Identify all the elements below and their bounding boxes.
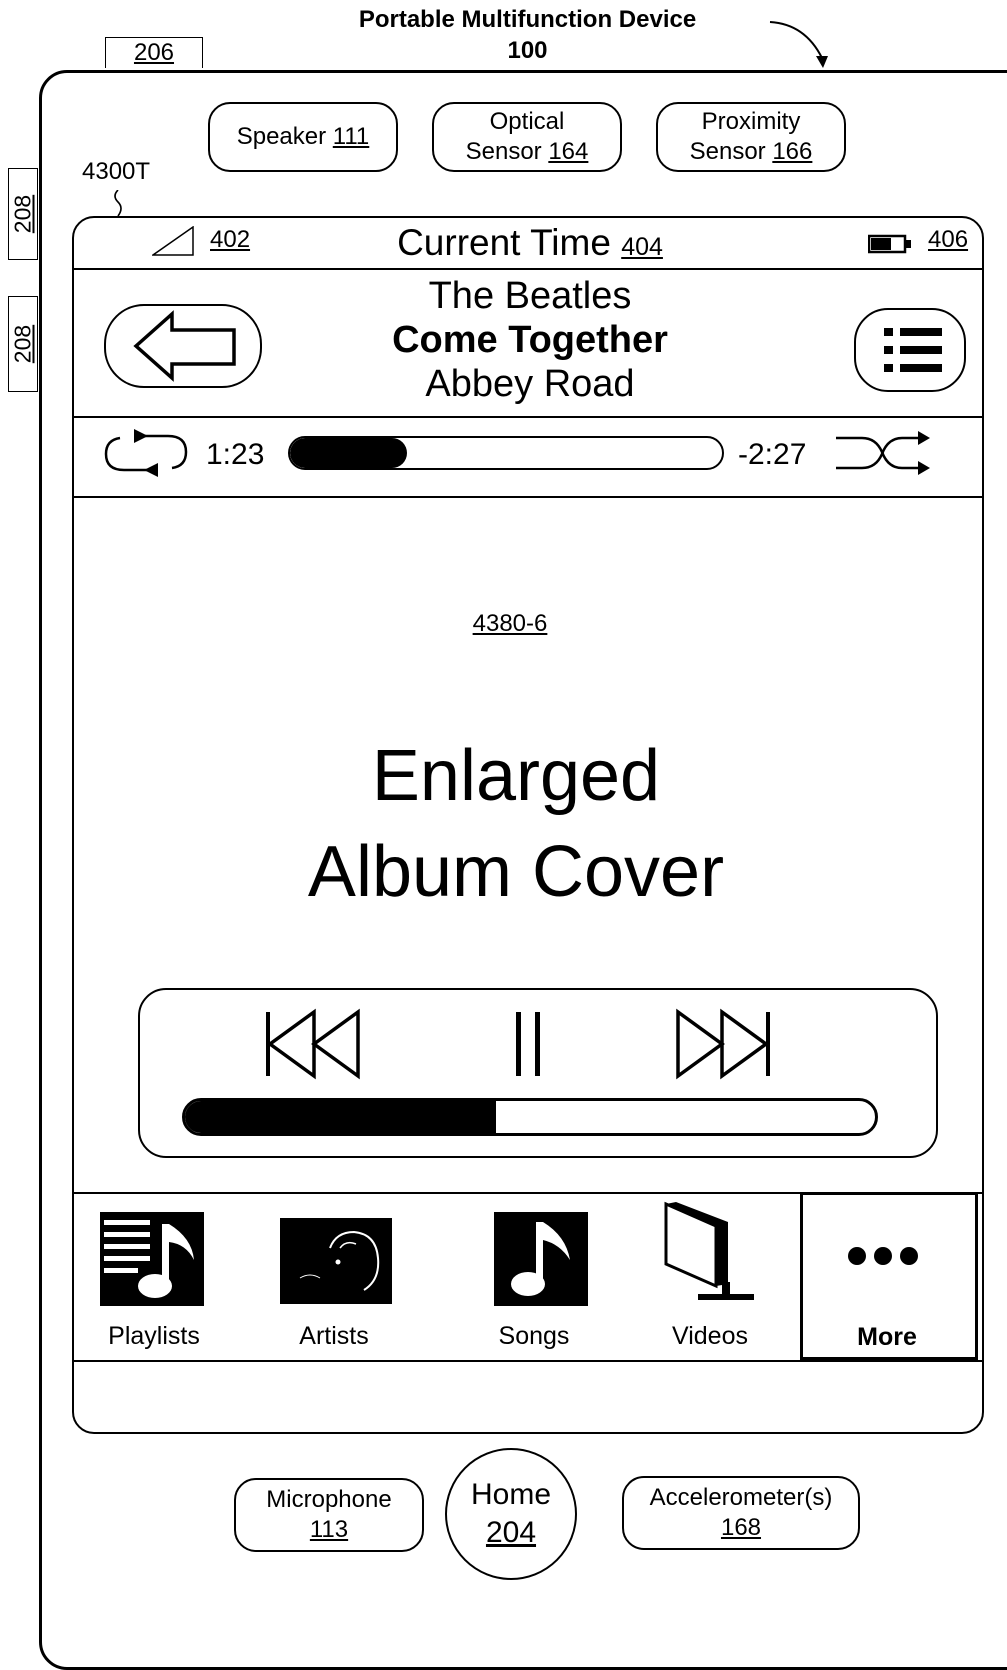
current-time-ref: 404 [621,233,663,261]
videos-icon [664,1201,754,1300]
scrubber-fill [290,438,407,468]
proximity-ref: 166 [772,138,813,165]
accelerometer-label: Accelerometer(s) [649,1484,833,1511]
artist-name: The Beatles [428,275,632,317]
list-icon [884,328,942,372]
device-name: Portable Multifunction Device [358,6,697,33]
volume-slider[interactable] [182,1098,878,1136]
tab-bar: Playlists Artists Songs Videos More [74,1192,982,1360]
repeat-icon[interactable] [102,426,192,480]
home-button[interactable]: Home 204 [445,1448,577,1580]
more-icon [848,1247,918,1265]
pause-icon[interactable] [510,1008,550,1080]
tab-artists[interactable]: Artists [254,1194,454,1360]
tabbar-bottom-divider [74,1360,982,1362]
microphone-ref: 113 [309,1516,349,1543]
microphone-label: Microphone [266,1486,392,1513]
screen-ref-squiggle [114,190,122,217]
remaining-time: -2:27 [738,438,807,471]
shuffle-icon[interactable] [832,426,932,480]
album-name: Abbey Road [425,363,635,405]
accelerometer-box: Accelerometer(s) 168 [622,1476,860,1550]
now-playing-info: The Beatles Come Together Abbey Road [74,274,982,406]
volume-fill [185,1101,496,1133]
album-cover-line1: Enlarged [371,736,661,816]
artists-icon [280,1218,392,1304]
elapsed-time: 1:23 [206,438,265,471]
speaker-ref: 111 [332,123,370,150]
tab-artists-label: Artists [299,1322,369,1350]
album-cover-line2: Album Cover [307,832,725,912]
battery-icon [868,234,911,254]
current-time-label: Current Time [397,222,611,263]
tab-videos-label: Videos [672,1322,748,1350]
microphone-box: Microphone 113 [234,1478,424,1552]
tab-more-label: More [857,1323,917,1351]
proximity-label2: Sensor [689,138,766,165]
songs-icon [494,1212,588,1306]
scrubber-divider [74,496,982,498]
next-track-icon[interactable] [674,1008,774,1080]
track-list-button[interactable] [854,308,966,392]
tab-more[interactable]: More [800,1192,978,1360]
home-label: Home [470,1478,552,1511]
optical-label2: Sensor [465,138,542,165]
album-cover-ref: 4380-6 [472,610,548,637]
tab-playlists[interactable]: Playlists [74,1194,254,1360]
status-divider [74,268,982,270]
optical-ref: 164 [548,138,589,165]
accelerometer-ref: 168 [720,1514,762,1541]
screen-ref-label: 4300T [82,158,151,185]
playlists-icon [100,1212,204,1306]
side-button-208-top: 208 [8,168,38,260]
side-button-208-bottom: 208 [8,296,38,392]
proximity-label: Proximity [701,108,801,135]
battery-ref: 406 [928,226,969,253]
touch-screen: 402 Current Time 404 406 The Beatles Com… [72,216,984,1434]
scrubber-bar[interactable] [288,436,724,470]
status-time: Current Time 404 [74,218,982,272]
device-pointer-arrow [769,21,828,68]
ref-206: 206 [105,37,203,68]
optical-label: Optical [489,108,565,135]
transport-controls [138,988,938,1158]
proximity-sensor-box: Proximity Sensor 166 [656,102,846,172]
tab-playlists-label: Playlists [108,1322,200,1350]
previous-track-icon[interactable] [262,1008,362,1080]
header-divider [74,416,982,418]
tab-videos[interactable]: Videos [634,1194,794,1360]
tab-songs-label: Songs [498,1322,570,1350]
optical-sensor-box: Optical Sensor 164 [432,102,622,172]
song-title: Come Together [392,319,668,361]
tab-songs[interactable]: Songs [454,1194,654,1360]
speaker-label: Speaker [236,123,327,150]
home-ref: 204 [485,1516,537,1549]
speaker-box: Speaker 111 [208,102,398,172]
